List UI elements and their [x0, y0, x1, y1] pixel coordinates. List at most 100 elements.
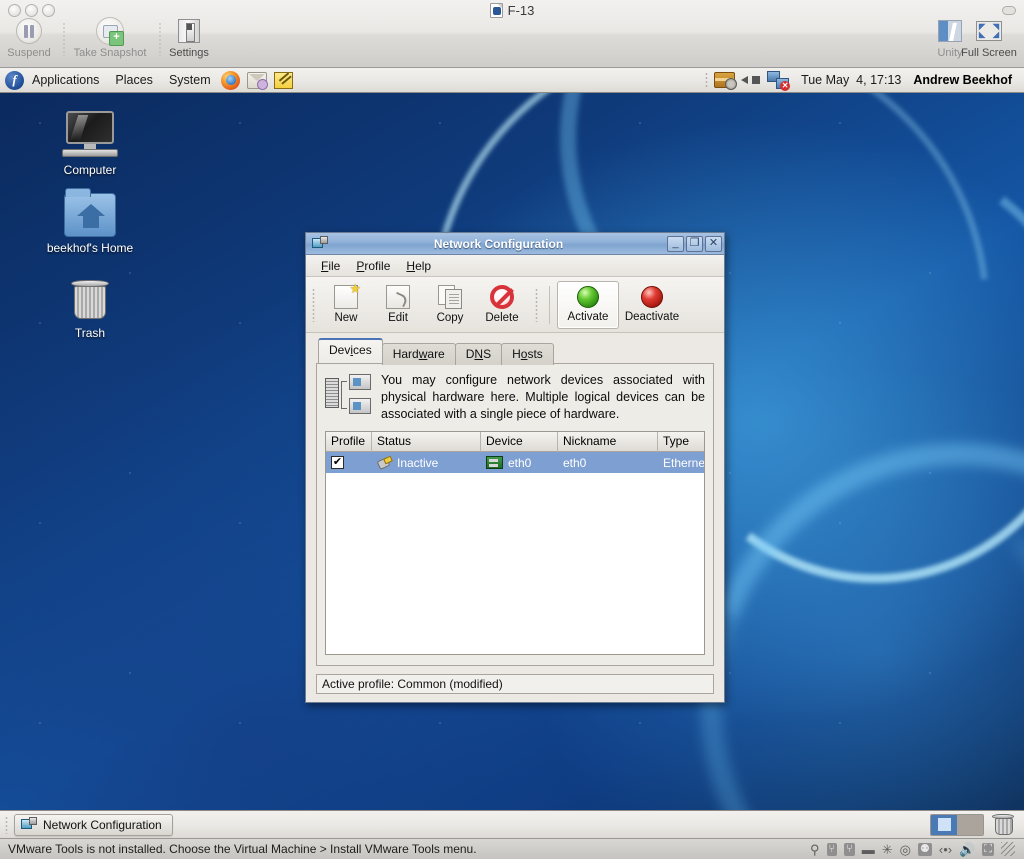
cd-icon[interactable]: ◎ [900, 843, 911, 856]
workspace-2[interactable] [957, 814, 983, 835]
home-folder-icon [64, 188, 116, 237]
taskbar-item-network-configuration[interactable]: Network Configuration [14, 813, 173, 836]
panel-description: You may configure network devices associ… [325, 372, 705, 423]
settings-label: Settings [169, 47, 209, 59]
deactivate-button[interactable]: Deactivate [621, 281, 683, 329]
profile-checkbox[interactable]: ✔ [331, 456, 344, 469]
user-menu[interactable]: Andrew Beekhof [913, 73, 1016, 87]
suspend-button[interactable]: Suspend [6, 16, 52, 59]
column-header-profile[interactable]: Profile [326, 432, 372, 452]
vm-collapse-button[interactable] [1002, 6, 1016, 15]
devices-table[interactable]: Profile Status Device Nickname Type ✔ In… [325, 431, 705, 655]
edit-button[interactable]: Edit [373, 281, 423, 329]
column-header-type[interactable]: Type [658, 432, 704, 452]
table-row[interactable]: ✔ Inactive eth0 eth0 Ethernet [326, 452, 704, 473]
shared-folders-icon[interactable]: ⛶ [982, 842, 994, 856]
desktop-icon-computer[interactable]: Computer [40, 111, 140, 177]
vmware-tools-message: VMware Tools is not installed. Choose th… [8, 842, 477, 856]
column-header-status[interactable]: Status [372, 432, 481, 452]
notification-tray: ✕ Tue May 4, 17:13 Andrew Beekhof [705, 71, 1024, 91]
copy-icon [438, 285, 462, 309]
desktop-icon-trash[interactable]: Trash [40, 278, 140, 340]
take-snapshot-label: Take Snapshot [73, 47, 147, 59]
window-statusbar: Active profile: Common (modified) [316, 674, 714, 694]
nic-card-icon [486, 456, 503, 469]
network-icon[interactable]: ‹•› [939, 843, 952, 856]
vmware-device-icons: ⚲ ⑂ ⑂ ▬ ✳ ◎ ⚉ ‹•› 🔊 ⛶ [810, 842, 1024, 856]
bluetooth-icon[interactable]: ✳ [882, 843, 893, 856]
workspace-switcher[interactable] [930, 813, 984, 836]
maximize-button[interactable]: ❐ [686, 235, 703, 252]
usb-icon[interactable]: ⑂ [826, 842, 838, 856]
desktop-icon-home-label: beekhof's Home [46, 241, 134, 255]
menu-system[interactable]: System [161, 71, 219, 89]
workspace-1[interactable] [931, 814, 957, 835]
vm-title-label: F-13 [507, 3, 535, 18]
menu-applications[interactable]: Applications [24, 71, 107, 89]
tab-hosts[interactable]: Hosts [501, 343, 554, 365]
network-configuration-window: Network Configuration _ ❐ ✕ File Profile… [305, 232, 725, 703]
trash-icon [70, 278, 110, 322]
cell-type: Ethernet [663, 455, 704, 470]
network-disconnected-icon[interactable]: ✕ [767, 71, 791, 91]
fullscreen-button[interactable]: ◤ ◥ ◣ ◢ Full Screen [956, 16, 1022, 59]
window-title: Network Configuration [433, 236, 564, 251]
column-header-device[interactable]: Device [481, 432, 558, 452]
package-updater-icon[interactable] [714, 72, 738, 90]
usb-icon[interactable]: ⑂ [844, 842, 855, 856]
fullscreen-icon: ◤ ◥ ◣ ◢ [976, 16, 1002, 46]
taskbar-grip [5, 815, 8, 834]
take-snapshot-button[interactable]: Take Snapshot [70, 16, 150, 59]
copy-button[interactable]: Copy [425, 281, 475, 329]
window-titlebar[interactable]: Network Configuration _ ❐ ✕ [306, 233, 724, 255]
camera-plus-icon [96, 16, 124, 46]
network-devices-icon [325, 372, 371, 416]
settings-button[interactable]: Settings [166, 16, 212, 59]
camera-icon[interactable]: ⚲ [810, 843, 820, 856]
unplugged-icon [377, 456, 392, 469]
battery-icon[interactable]: ▬ [862, 843, 875, 856]
cell-device: eth0 [508, 455, 532, 470]
sound-icon[interactable]: 🔊 [959, 843, 975, 856]
new-button[interactable]: New [321, 281, 371, 329]
network-config-icon [312, 236, 328, 251]
vm-title: F-13 [0, 3, 1024, 18]
tab-devices[interactable]: Devices [318, 338, 383, 363]
fedora-logo-icon[interactable]: f [5, 70, 24, 90]
menu-help[interactable]: Help [399, 257, 438, 275]
tray-grip [705, 72, 709, 88]
launcher-editor[interactable] [269, 71, 293, 89]
menu-places[interactable]: Places [107, 71, 161, 89]
devices-tab-panel: You may configure network devices associ… [316, 363, 714, 666]
column-header-nickname[interactable]: Nickname [558, 432, 658, 452]
desktop-icon-computer-label: Computer [63, 163, 117, 177]
volume-muted-icon[interactable] [741, 72, 761, 88]
close-button[interactable]: ✕ [705, 235, 722, 252]
launcher-mail[interactable] [242, 71, 268, 90]
clock[interactable]: Tue May 4, 17:13 [795, 73, 907, 87]
text-editor-icon [273, 71, 293, 89]
new-document-icon [334, 281, 361, 309]
computer-icon [60, 111, 120, 159]
delete-button[interactable]: Delete [477, 281, 527, 329]
activate-button[interactable]: Activate [557, 280, 619, 329]
harddisk-icon[interactable]: ⚉ [918, 842, 932, 856]
cell-status: Inactive [397, 455, 439, 470]
toolbar-grip[interactable] [312, 287, 315, 322]
menu-profile[interactable]: Profile [349, 257, 397, 275]
desktop-icon-home[interactable]: beekhof's Home [40, 188, 140, 255]
menu-file[interactable]: File [314, 257, 347, 275]
vmware-toolbar: F-13 Suspend Take Snapshot Settings Unit… [0, 0, 1024, 68]
desktop-icon-trash-label: Trash [74, 326, 106, 340]
pause-icon [16, 16, 42, 46]
tab-dns[interactable]: DNS [454, 343, 503, 365]
minimize-button[interactable]: _ [667, 235, 684, 252]
resize-grip[interactable] [1001, 842, 1015, 856]
gnome-bottom-panel: Network Configuration [0, 810, 1024, 838]
tab-hardware[interactable]: Hardware [381, 343, 456, 365]
toolbar-separator-2 [159, 22, 161, 56]
launcher-firefox[interactable] [220, 70, 240, 90]
taskbar-trash-icon[interactable] [992, 813, 1016, 837]
vmware-status-bar: VMware Tools is not installed. Choose th… [0, 838, 1024, 859]
edit-button-label: Edit [388, 312, 408, 324]
